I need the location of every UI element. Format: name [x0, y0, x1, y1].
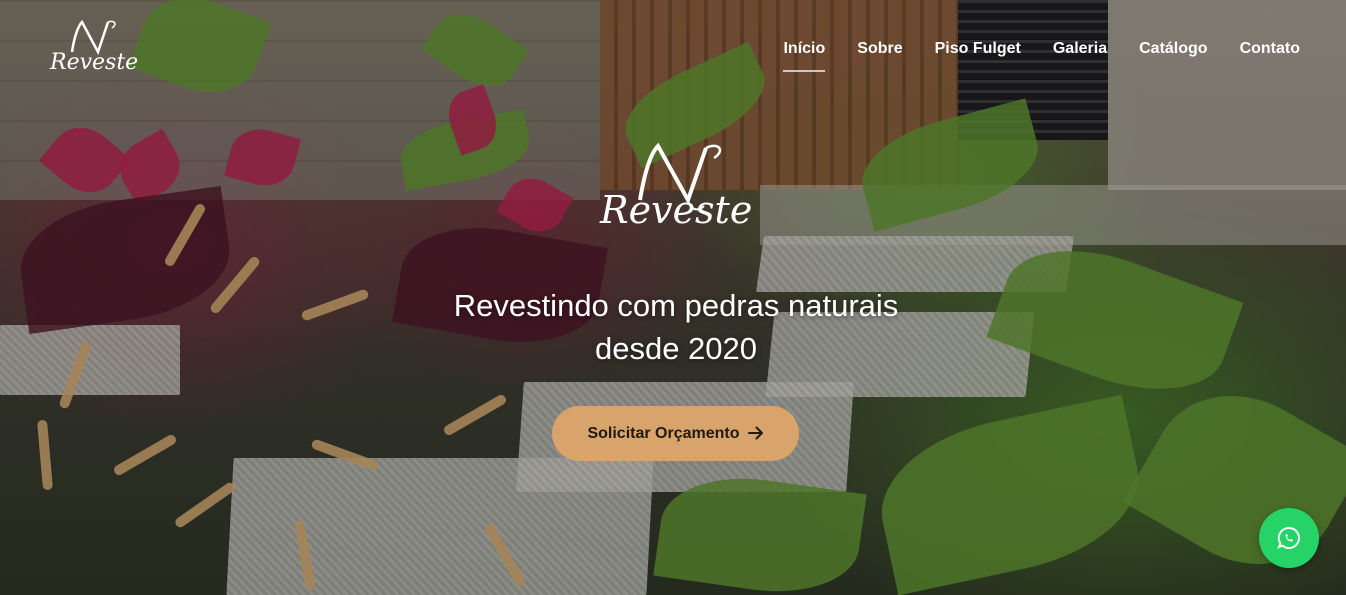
request-quote-button[interactable]: Solicitar Orçamento	[552, 406, 799, 461]
whatsapp-icon	[1277, 526, 1300, 549]
nav-item-piso-fulget[interactable]: Piso Fulget	[919, 40, 1037, 58]
nav-item-inicio[interactable]: Início	[767, 40, 841, 72]
main-nav: Início Sobre Piso Fulget Galeria Catálog…	[767, 40, 1300, 72]
arrow-right-icon	[747, 425, 764, 443]
tagline-line-2: desde 2020	[594, 331, 758, 366]
hero-logo: Reveste	[600, 140, 752, 252]
hero-logo-text: Reveste	[600, 188, 753, 232]
nav-item-galeria[interactable]: Galeria	[1037, 40, 1123, 58]
brand-name: Reveste	[50, 50, 139, 75]
request-quote-label: Solicitar Orçamento	[587, 424, 740, 442]
nav-item-sobre[interactable]: Sobre	[841, 40, 918, 58]
whatsapp-button[interactable]	[1259, 508, 1319, 568]
nav-item-catalogo[interactable]: Catálogo	[1123, 40, 1223, 58]
tagline-line-1: Revestindo com pedras naturais	[453, 288, 899, 323]
hero-section: Reveste Início Sobre Piso Fulget Galeria…	[0, 0, 1346, 595]
nav-item-contato[interactable]: Contato	[1224, 40, 1300, 58]
brand-logo[interactable]: Reveste	[50, 18, 139, 82]
hero-tagline: Revestindo com pedras naturais desde 202…	[376, 284, 976, 370]
